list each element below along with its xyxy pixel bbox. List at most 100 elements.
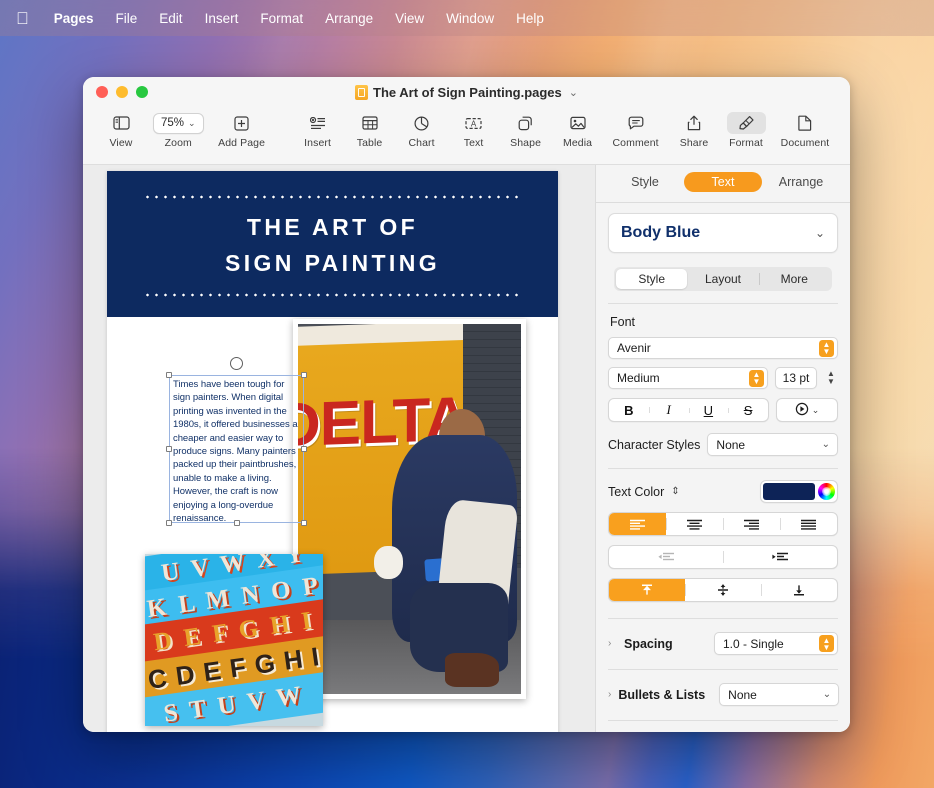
toolbar-media-button[interactable]: Media	[552, 108, 604, 149]
resize-handle-bottom-left[interactable]	[166, 520, 172, 526]
disclosure-triangle-icon[interactable]: ›	[608, 689, 611, 700]
divider	[608, 720, 838, 721]
menu-item-arrange[interactable]: Arrange	[314, 8, 384, 29]
character-styles-popup[interactable]: None ⌄	[707, 433, 838, 456]
spacing-value: 1.0 - Single	[723, 637, 784, 651]
align-bottom-button[interactable]	[761, 579, 837, 601]
dotted-rule-bottom	[143, 293, 522, 297]
resize-handle-top-right[interactable]	[301, 372, 307, 378]
menu-item-view[interactable]: View	[384, 8, 435, 29]
painted-alphabet-photo[interactable]: U V W X Y K L M N O P D E F G H I C D E …	[145, 554, 323, 726]
segment-layout[interactable]: Layout	[687, 269, 758, 289]
menu-item-file[interactable]: File	[105, 8, 149, 29]
font-weight-value: Medium	[617, 371, 660, 385]
toolbar-chart-label: Chart	[408, 137, 434, 149]
toolbar-format-label: Format	[729, 137, 763, 149]
bullets-lists-popup[interactable]: None ⌄	[719, 683, 839, 706]
toolbar-zoom-control[interactable]: 75% ⌄ Zoom	[147, 108, 210, 149]
segment-style[interactable]: Style	[616, 269, 687, 289]
horizontal-alignment-group	[608, 512, 838, 536]
align-middle-button[interactable]	[685, 579, 761, 601]
bold-button[interactable]: B	[609, 403, 649, 418]
toolbar-text-label: Text	[464, 137, 484, 149]
italic-button[interactable]: I	[649, 402, 689, 418]
font-size-stepper[interactable]: ▲▼	[824, 370, 838, 386]
toolbar-view-button[interactable]: View	[95, 108, 147, 149]
resize-handle-bottom[interactable]	[234, 520, 240, 526]
toolbar-shape-button[interactable]: Shape	[500, 108, 552, 149]
toolbar-text-button[interactable]: A Text	[448, 108, 500, 149]
resize-handle-left[interactable]	[166, 446, 172, 452]
indent-button[interactable]	[723, 546, 837, 568]
menu-item-window[interactable]: Window	[435, 8, 505, 29]
font-section-label: Font	[610, 315, 850, 329]
menu-item-edit[interactable]: Edit	[148, 8, 193, 29]
toolbar-format-button[interactable]: Format	[720, 108, 772, 149]
text-color-swatch[interactable]	[763, 483, 815, 500]
toolbar-insert-label: Insert	[304, 137, 331, 149]
body-text-box[interactable]: Times have been tough for sign painters.…	[169, 375, 304, 523]
toolbar-share-label: Share	[680, 137, 709, 149]
menu-item-format[interactable]: Format	[249, 8, 314, 29]
font-family-value: Avenir	[617, 341, 651, 355]
toolbar-add-page-button[interactable]: Add Page	[210, 108, 274, 149]
document-title-line2: SIGN PAINTING	[225, 250, 440, 276]
align-justify-button[interactable]	[780, 513, 837, 535]
toolbar-document-button[interactable]: Document	[772, 108, 838, 149]
align-center-button[interactable]	[666, 513, 723, 535]
tab-text[interactable]: Text	[684, 172, 762, 192]
menu-item-pages[interactable]: Pages	[43, 8, 105, 29]
disclosure-triangle-icon[interactable]: ›	[608, 638, 617, 649]
tab-style[interactable]: Style	[606, 172, 684, 192]
sign-painter-photo[interactable]: DELTA	[293, 319, 526, 699]
resize-handle-bottom-right[interactable]	[301, 520, 307, 526]
zoom-popup[interactable]: 75% ⌄	[153, 113, 204, 134]
color-wheel-icon[interactable]	[818, 483, 835, 500]
toolbar-comment-button[interactable]: Comment	[604, 108, 668, 149]
paragraph-style-popup[interactable]: Body Blue ⌄	[608, 213, 838, 253]
resize-handle-right[interactable]	[301, 446, 307, 452]
resize-handle-top-left[interactable]	[166, 372, 172, 378]
strikethrough-button[interactable]: S	[728, 403, 768, 418]
align-top-button[interactable]	[609, 579, 685, 601]
inspector-tab-divider	[596, 202, 850, 203]
title-chevron-down-icon[interactable]: ⌄	[569, 86, 578, 99]
rotation-handle[interactable]	[230, 357, 243, 370]
document-canvas[interactable]: THE ART OF SIGN PAINTING DELTA	[83, 165, 596, 732]
toolbar-share-button[interactable]: Share	[668, 108, 720, 149]
tab-arrange[interactable]: Arrange	[762, 172, 840, 192]
text-color-stepper-icon[interactable]: ⇕	[671, 486, 679, 497]
character-styles-row: Character Styles None ⌄	[608, 433, 838, 456]
apple-logo-icon[interactable]: 	[0, 10, 43, 27]
character-styles-label: Character Styles	[608, 438, 700, 452]
comment-bubble-icon	[617, 113, 655, 133]
zoom-value: 75%	[161, 117, 184, 129]
document-icon	[787, 112, 823, 134]
align-right-button[interactable]	[723, 513, 780, 535]
spacing-popup[interactable]: 1.0 - Single ▲▼	[714, 632, 838, 655]
font-weight-size-row: Medium ▲▼ 13 pt ▲▼	[608, 367, 838, 389]
toolbar-chart-button[interactable]: Chart	[396, 108, 448, 149]
text-color-controls	[760, 480, 838, 503]
indent-group	[608, 545, 838, 569]
text-options-gear-icon	[795, 402, 809, 419]
toolbar-media-label: Media	[563, 137, 592, 149]
align-left-button[interactable]	[609, 513, 666, 535]
segment-more[interactable]: More	[759, 269, 830, 289]
underline-button[interactable]: U	[689, 403, 729, 418]
document-page[interactable]: THE ART OF SIGN PAINTING DELTA	[107, 171, 558, 732]
text-options-button[interactable]: ⌄	[776, 398, 838, 422]
font-family-popup[interactable]: Avenir ▲▼	[608, 337, 838, 359]
font-size-field[interactable]: 13 pt	[775, 367, 817, 389]
title-banner: THE ART OF SIGN PAINTING	[107, 171, 558, 317]
toolbar-table-button[interactable]: Table	[344, 108, 396, 149]
divider	[608, 618, 838, 619]
menu-item-insert[interactable]: Insert	[194, 8, 250, 29]
font-weight-popup[interactable]: Medium ▲▼	[608, 367, 768, 389]
divider	[608, 303, 838, 304]
toolbar-insert-button[interactable]: Insert	[292, 108, 344, 149]
stepper-arrows-icon: ▲▼	[819, 635, 834, 652]
toolbar-add-page-label: Add Page	[218, 137, 265, 149]
plus-square-icon	[223, 113, 260, 134]
menu-item-help[interactable]: Help	[505, 8, 555, 29]
